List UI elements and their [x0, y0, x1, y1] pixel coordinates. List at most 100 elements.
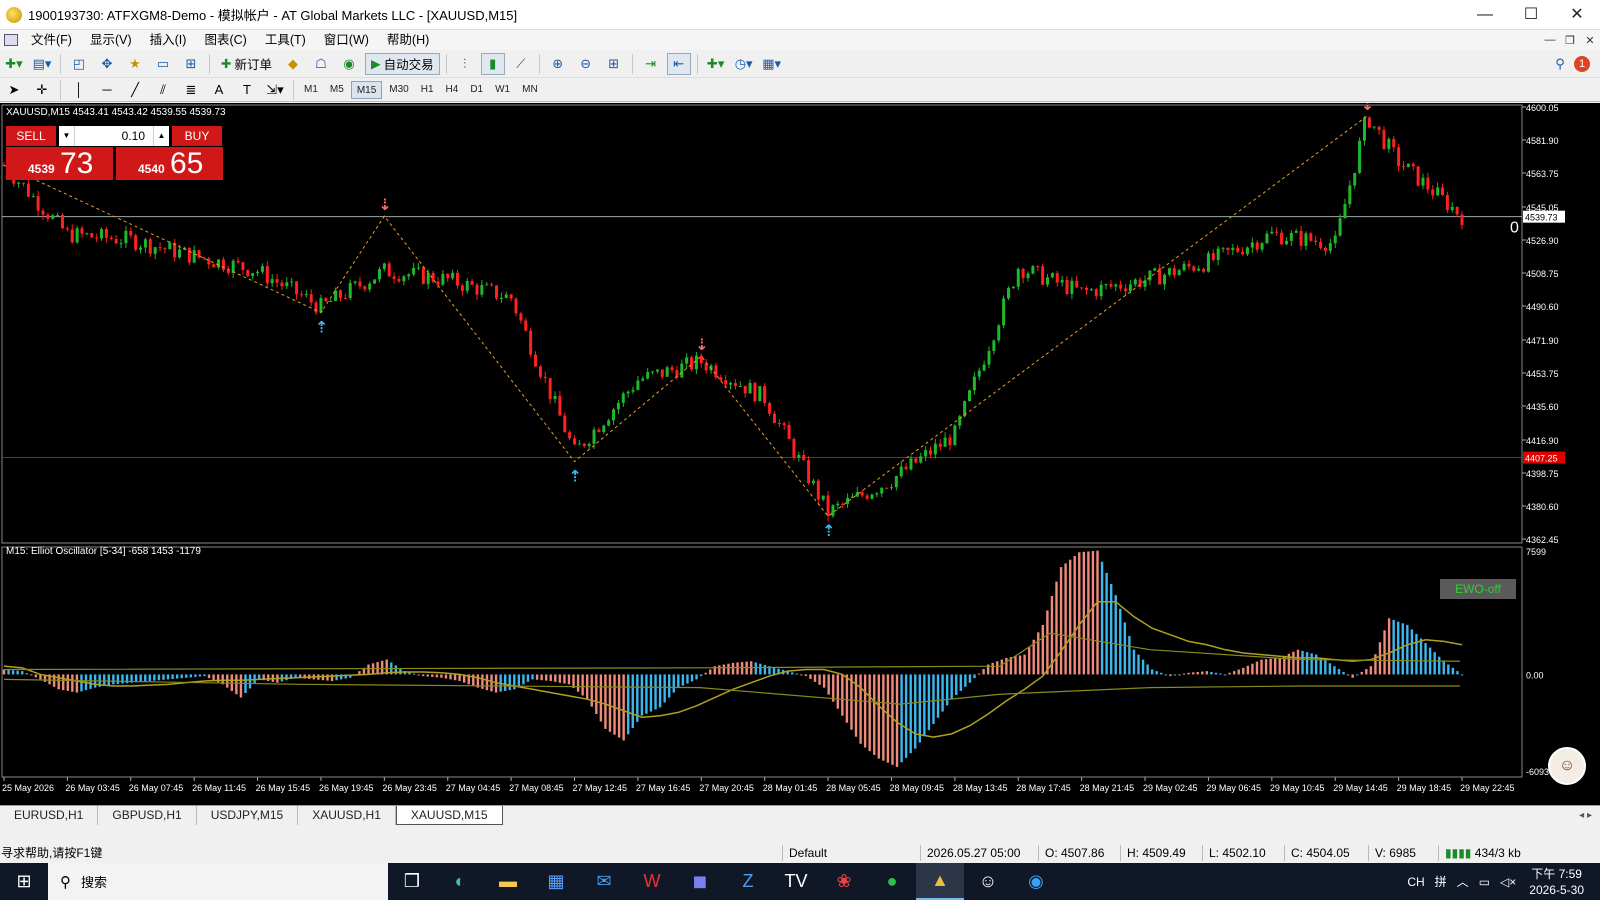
file-explorer-icon[interactable]: ▬: [484, 863, 532, 900]
new-order-button[interactable]: ✚ 新订单: [216, 53, 277, 75]
bar-chart-icon[interactable]: ⫶: [453, 53, 477, 75]
navigator-icon[interactable]: ★: [123, 53, 147, 75]
avatar-app-icon[interactable]: ☺: [964, 863, 1012, 900]
fibonacci-icon[interactable]: ≣: [179, 79, 203, 101]
timeframe-w1[interactable]: W1: [490, 81, 515, 99]
assistant-avatar-icon[interactable]: ☺: [1548, 747, 1586, 785]
tradingview-icon[interactable]: TV: [772, 863, 820, 900]
buy-price-button[interactable]: 4540 65: [116, 147, 223, 180]
teams-icon[interactable]: ◼: [676, 863, 724, 900]
volume-icon[interactable]: ◁×: [1500, 875, 1516, 889]
edge-browser-icon[interactable]: ◐: [436, 863, 484, 900]
child-restore-button[interactable]: ❐: [1560, 34, 1580, 47]
system-clock[interactable]: 下午 7:59 2026-5-30: [1529, 866, 1584, 898]
browser-app-icon[interactable]: ◉: [1012, 863, 1060, 900]
vps-icon[interactable]: ◉: [337, 53, 361, 75]
timeframe-mn[interactable]: MN: [517, 81, 543, 99]
tab-scroll-arrows[interactable]: ◂ ▸: [1579, 806, 1600, 825]
netease-music-icon[interactable]: ❀: [820, 863, 868, 900]
text-label-icon[interactable]: T: [235, 79, 259, 101]
indicators-icon[interactable]: ✚▾: [704, 53, 728, 75]
language-indicator[interactable]: CH: [1407, 875, 1424, 889]
search-icon[interactable]: ⚲: [1548, 53, 1572, 75]
menu-help[interactable]: 帮助(H): [378, 30, 438, 50]
start-icon[interactable]: ⊞: [0, 863, 48, 900]
timeframe-h1[interactable]: H1: [416, 81, 439, 99]
crosshair-icon[interactable]: ✛: [30, 79, 54, 101]
equidistant-channel-icon[interactable]: ⫽: [151, 79, 175, 101]
sell-price-button[interactable]: 4539 73: [6, 147, 113, 180]
metatrader-icon[interactable]: ▲: [916, 863, 964, 900]
network-icon[interactable]: ▭: [1479, 875, 1490, 889]
buy-button[interactable]: BUY: [172, 126, 222, 146]
horizontal-line-icon[interactable]: ─: [95, 79, 119, 101]
line-chart-icon[interactable]: ⟋: [509, 53, 533, 75]
ewo-toggle-button[interactable]: EWO-off: [1440, 579, 1516, 599]
new-chart-icon[interactable]: ✚▾: [2, 53, 26, 75]
tab-usdjpy-m15[interactable]: USDJPY,M15: [197, 806, 299, 825]
lot-size-field[interactable]: ▼ 0.10 ▲: [59, 126, 169, 146]
price-chart[interactable]: 4600.054581.904563.754545.054526.904508.…: [0, 103, 1600, 805]
timeframe-d1[interactable]: D1: [465, 81, 488, 99]
trendline-icon[interactable]: ╱: [123, 79, 147, 101]
menu-insert[interactable]: 插入(I): [141, 30, 196, 50]
timeframe-h4[interactable]: H4: [441, 81, 464, 99]
child-minimize-button[interactable]: —: [1540, 34, 1560, 47]
chart-window[interactable]: 4600.05 4581.90 4563.75 4545.05 4526.90 4508.…: [0, 103, 1600, 805]
wps-office-icon[interactable]: W: [628, 863, 676, 900]
tab-xauusd-m15[interactable]: XAUUSD,M15: [395, 806, 503, 825]
candlestick-chart-icon[interactable]: ▮: [480, 52, 505, 75]
timeframe-m5[interactable]: M5: [325, 81, 349, 99]
task-view-icon[interactable]: ❒: [388, 863, 436, 900]
strategy-tester-icon[interactable]: ⊞: [179, 53, 203, 75]
menu-file[interactable]: 文件(F): [22, 30, 81, 50]
notification-badge[interactable]: 1: [1574, 55, 1590, 72]
child-close-button[interactable]: ✕: [1580, 34, 1600, 47]
timeframe-m30[interactable]: M30: [384, 81, 413, 99]
lot-dropdown-icon[interactable]: ▼: [59, 126, 75, 146]
sell-button[interactable]: SELL: [6, 126, 56, 146]
signals-icon[interactable]: ☖: [309, 53, 333, 75]
tile-windows-icon[interactable]: ⊞: [602, 53, 626, 75]
ime-indicator[interactable]: 拼: [1435, 873, 1447, 890]
z-app-icon[interactable]: Z: [724, 863, 772, 900]
chart-shift-icon[interactable]: ⇤: [666, 52, 691, 75]
arrows-icon[interactable]: ⇲▾: [263, 79, 287, 101]
timeframe-m1[interactable]: M1: [299, 81, 323, 99]
menu-view[interactable]: 显示(V): [81, 30, 141, 50]
tab-gbpusd-h1[interactable]: GBPUSD,H1: [98, 806, 197, 825]
oscillator-bar: [1273, 658, 1277, 675]
mdi-window-icon[interactable]: [4, 34, 18, 46]
timeframe-m15[interactable]: M15: [350, 80, 383, 99]
terminal-icon[interactable]: ▭: [151, 53, 175, 75]
metaeditor-icon[interactable]: ◆: [281, 53, 305, 75]
lot-stepper-icon[interactable]: ▲: [153, 126, 169, 146]
minimize-button[interactable]: —: [1462, 0, 1508, 30]
periods-icon[interactable]: ◷▾: [732, 53, 756, 75]
tab-xauusd-h1[interactable]: XAUUSD,H1: [298, 806, 396, 825]
wechat-icon[interactable]: ●: [868, 863, 916, 900]
zoom-in-icon[interactable]: ⊕: [546, 53, 570, 75]
oscillator-bar: [663, 674, 666, 703]
tray-chevron-icon[interactable]: ︿: [1457, 873, 1469, 890]
candle-body: [85, 233, 89, 235]
tab-eurusd-h1[interactable]: EURUSD,H1: [0, 806, 99, 825]
close-button[interactable]: ✕: [1554, 0, 1600, 30]
menu-charts[interactable]: 图表(C): [195, 30, 255, 50]
auto-scroll-icon[interactable]: ⇥: [639, 53, 663, 75]
menu-window[interactable]: 窗口(W): [315, 30, 378, 50]
store-icon[interactable]: ▦: [532, 863, 580, 900]
vertical-line-icon[interactable]: │: [67, 79, 91, 101]
data-window-icon[interactable]: ✥: [95, 53, 119, 75]
menu-tools[interactable]: 工具(T): [256, 30, 315, 50]
market-watch-icon[interactable]: ◰: [67, 53, 91, 75]
templates-icon[interactable]: ▦▾: [760, 53, 784, 75]
text-icon[interactable]: A: [207, 79, 231, 101]
mail-icon[interactable]: ✉: [580, 863, 628, 900]
taskbar-search[interactable]: ⚲ 搜索: [48, 863, 388, 900]
profiles-icon[interactable]: ▤▾: [30, 53, 54, 75]
auto-trading-button[interactable]: ▶ 自动交易: [365, 52, 440, 75]
zoom-out-icon[interactable]: ⊖: [574, 53, 598, 75]
maximize-button[interactable]: ☐: [1508, 0, 1554, 30]
cursor-icon[interactable]: ➤: [2, 79, 26, 101]
